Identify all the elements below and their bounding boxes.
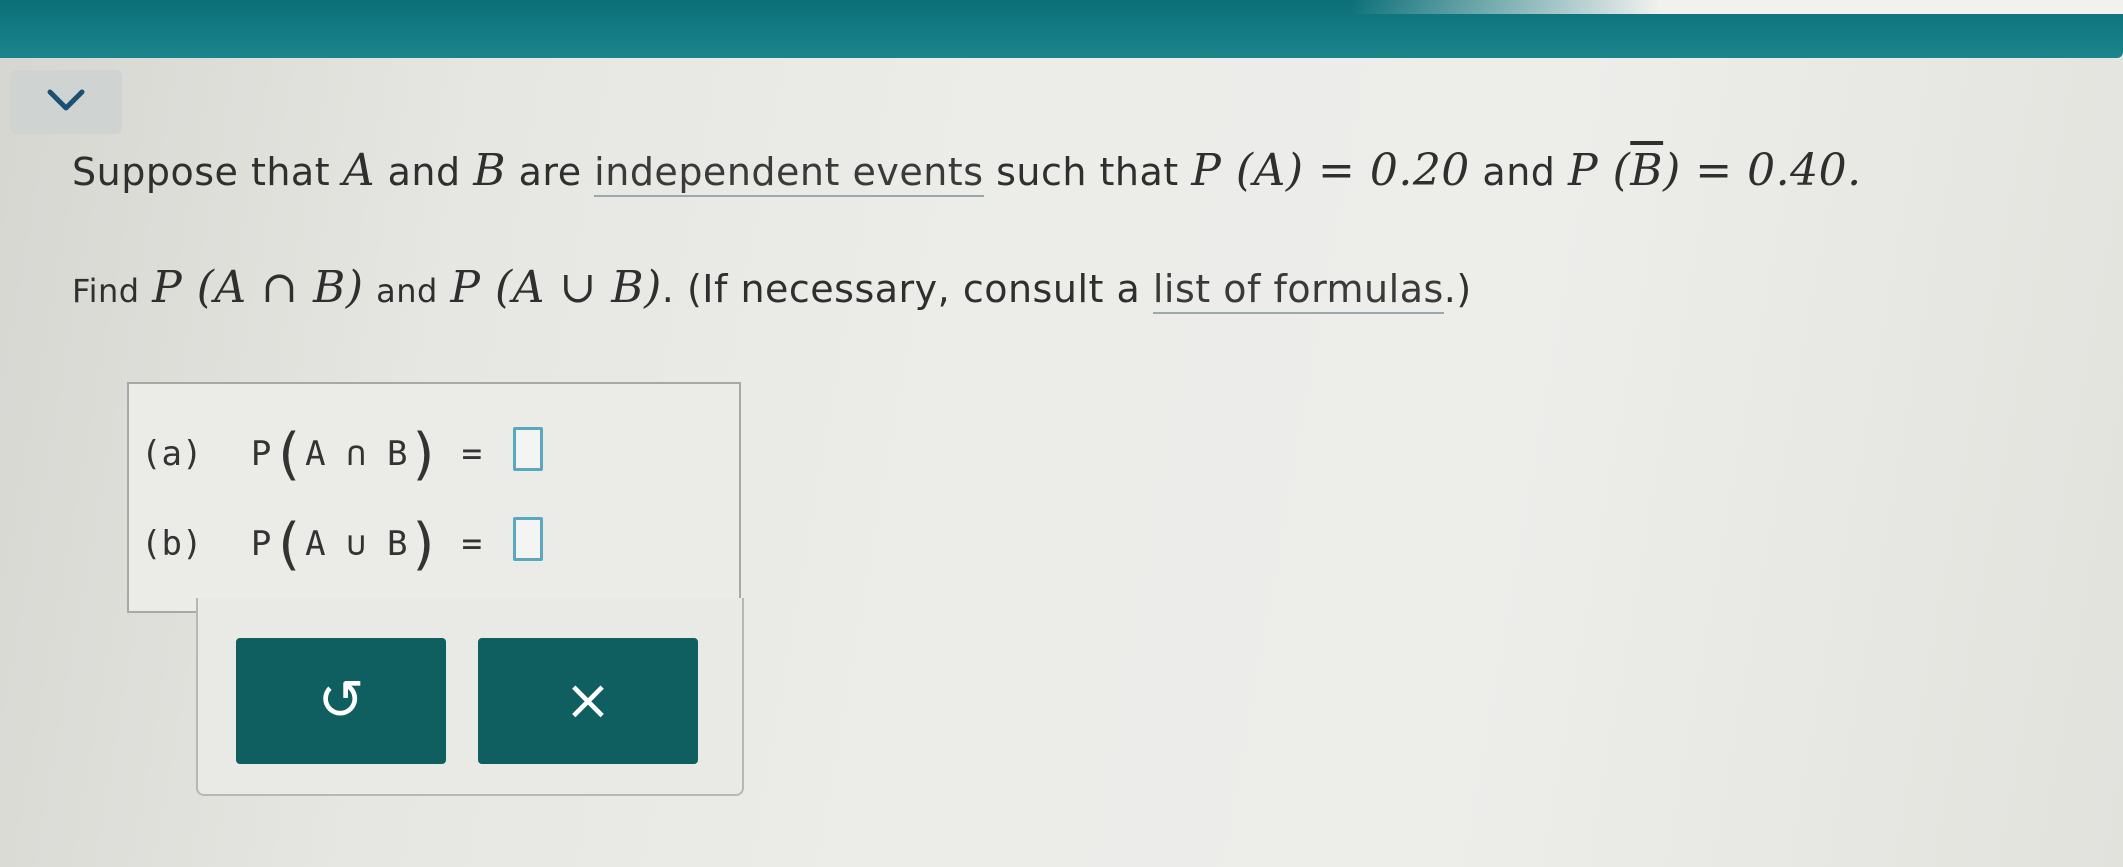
- question-line-1: Suppose that A and B are independent eve…: [72, 145, 1862, 197]
- question-line-2: Find P (A ∩ B) and P (A ∪ B). (If necess…: [72, 262, 1472, 314]
- top-bar-fade: [1350, 0, 2123, 14]
- undo-icon: ↺: [317, 668, 365, 733]
- b-complement: B: [1630, 145, 1664, 196]
- chevron-down-icon: [47, 89, 85, 111]
- part-a-label: (a): [141, 434, 203, 474]
- answer-row-a: (a) P(A ∩ B) =: [141, 422, 543, 487]
- text-are: are: [518, 150, 582, 194]
- independent-events-link[interactable]: independent events: [594, 150, 984, 197]
- part-b-label: (b): [141, 524, 203, 564]
- answer-a-input[interactable]: [512, 427, 543, 471]
- text-and: and: [387, 150, 461, 194]
- button-panel: ↺ ×: [196, 598, 744, 796]
- prob-not-b-prefix: P (: [1568, 145, 1631, 196]
- undo-button[interactable]: ↺: [236, 638, 446, 764]
- text-such-that: such that: [996, 150, 1179, 194]
- prob-not-b-expression: P (B) = 0.40.: [1568, 145, 1862, 196]
- open-paren: (: [271, 512, 306, 577]
- clear-button[interactable]: ×: [478, 638, 698, 764]
- intersection-expression: P (A ∩ B): [152, 262, 364, 313]
- equals-sign: =: [461, 524, 483, 564]
- answer-row-b: (b) P(A ∪ B) =: [141, 512, 543, 577]
- prob-a-expression: P (A) = 0.20: [1191, 145, 1470, 196]
- part-b-expression: P(A ∪ B) =: [250, 512, 483, 577]
- text-and-2: and: [1482, 150, 1556, 194]
- text-find: Find: [72, 272, 140, 310]
- part-a-p: P: [250, 434, 272, 474]
- text-suppose: Suppose that: [72, 150, 331, 194]
- close-paren: ): [407, 512, 442, 577]
- answer-b-input[interactable]: [512, 517, 543, 561]
- part-b-inner: A ∪ B: [305, 524, 408, 564]
- text-end: .): [1443, 267, 1472, 311]
- part-a-expression: P(A ∩ B) =: [250, 422, 483, 487]
- part-a-inner: A ∩ B: [305, 434, 408, 474]
- collapse-button[interactable]: [10, 70, 122, 134]
- text-and-3: and: [376, 272, 438, 310]
- answer-box: (a) P(A ∩ B) = (b) P(A ∪ B) =: [127, 382, 741, 613]
- prob-not-b-suffix: ) = 0.40.: [1663, 145, 1862, 196]
- var-a: A: [342, 145, 375, 196]
- union-expression: P (A ∪ B): [450, 262, 662, 313]
- text-consult: . (If necessary, consult a: [661, 267, 1141, 311]
- var-b: B: [473, 145, 507, 196]
- list-of-formulas-link[interactable]: list of formulas: [1152, 267, 1444, 314]
- close-icon: ×: [564, 668, 612, 733]
- close-paren: ): [407, 422, 442, 487]
- equals-sign: =: [461, 434, 483, 474]
- part-b-p: P: [250, 524, 272, 564]
- open-paren: (: [271, 422, 306, 487]
